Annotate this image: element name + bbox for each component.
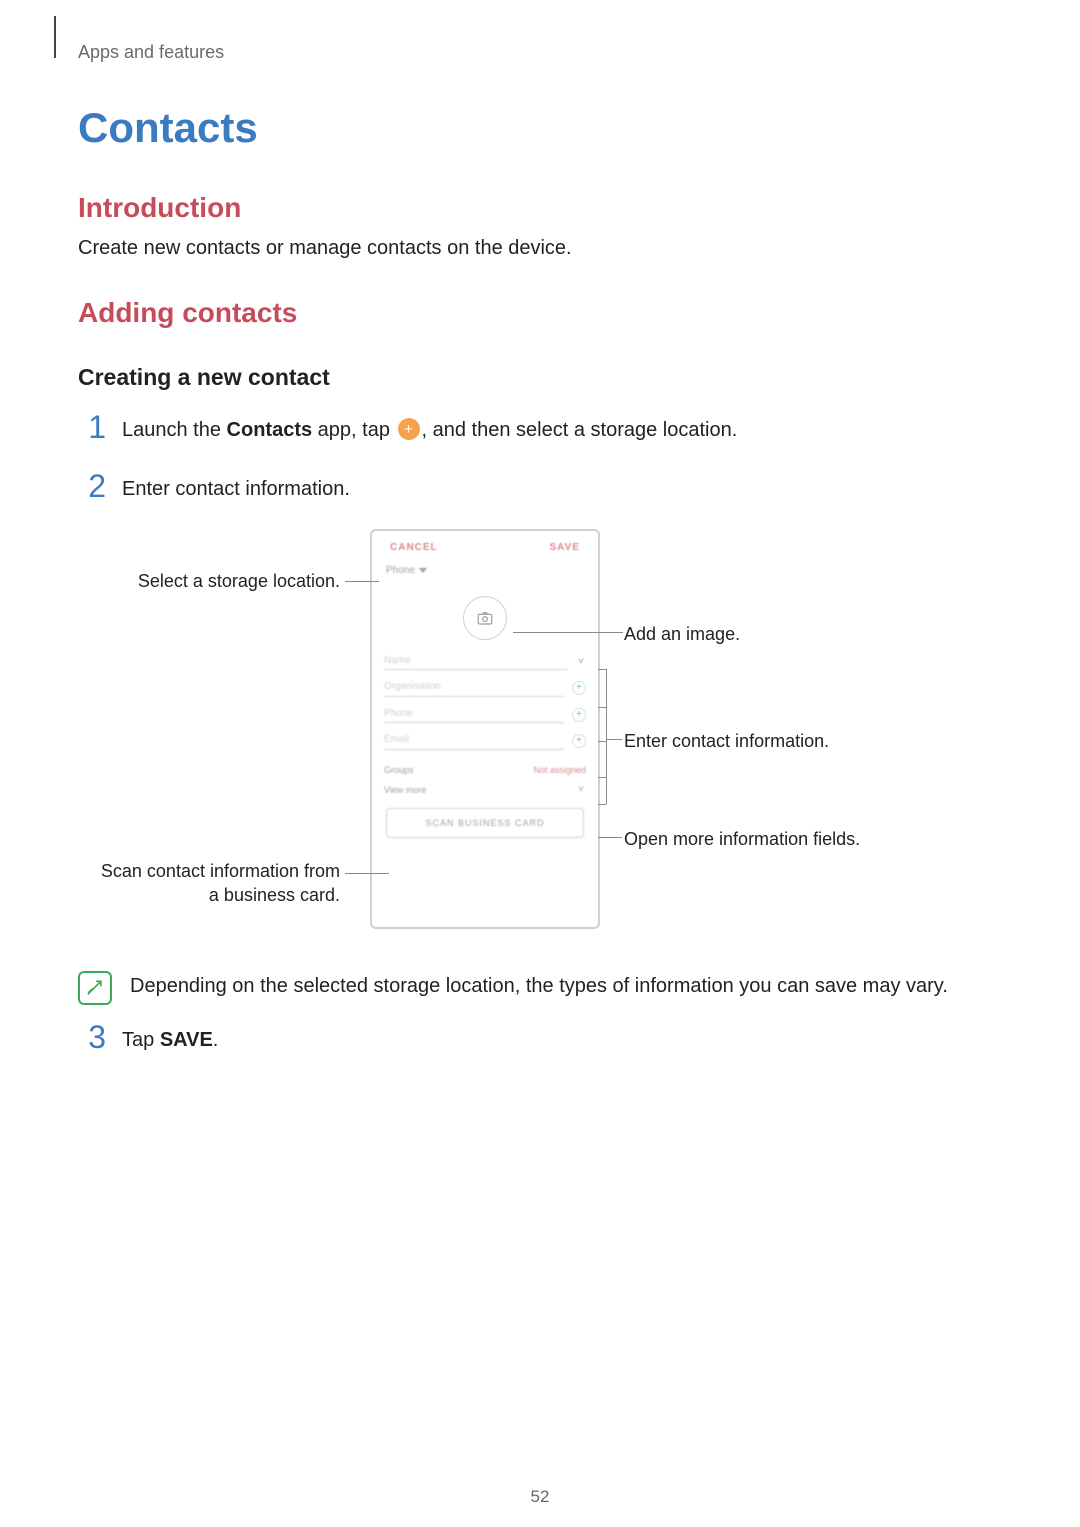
leader-line	[606, 739, 622, 740]
leader-line	[598, 804, 606, 805]
leader-line	[598, 707, 606, 708]
step-2-num: 2	[78, 470, 106, 502]
note-text: Depending on the selected storage locati…	[130, 969, 948, 1005]
phone-cancel: CANCEL	[390, 541, 438, 555]
note-icon	[78, 971, 112, 1005]
field-org-row: Organisation +	[384, 680, 586, 697]
step-1-num: 1	[78, 411, 106, 443]
field-phone-row: Phone +	[384, 707, 586, 724]
phone-storage-row: Phone	[372, 560, 598, 584]
leader-line	[598, 837, 622, 838]
breadcrumb: Apps and features	[78, 40, 1002, 64]
camera-icon	[476, 609, 494, 627]
step-2: 2 Enter contact information.	[78, 470, 1002, 503]
intro-body: Create new contacts or manage contacts o…	[78, 235, 1002, 262]
header-mark	[54, 16, 56, 58]
phone-save: SAVE	[550, 541, 581, 555]
step-1-app: Contacts	[227, 419, 313, 441]
field-name-row: Name ˅	[384, 654, 586, 671]
step-3-bold: SAVE	[160, 1029, 213, 1051]
step-3: 3 Tap SAVE.	[78, 1021, 1002, 1054]
groups-row: Groups Not assigned	[384, 764, 586, 776]
phone-storage-label: Phone	[386, 564, 415, 578]
plus-icon: +	[572, 681, 586, 695]
fab-add-icon: +	[398, 418, 420, 440]
plus-icon: +	[572, 708, 586, 722]
note-block: Depending on the selected storage locati…	[78, 969, 1002, 1005]
field-phone: Phone	[384, 707, 564, 724]
groups-label: Groups	[384, 764, 414, 776]
page-title: Contacts	[78, 100, 1002, 157]
plus-icon: +	[572, 734, 586, 748]
leader-line	[345, 873, 389, 874]
step-1: 1 Launch the Contacts app, tap +, and th…	[78, 411, 1002, 444]
callout-add-image: Add an image.	[624, 622, 740, 646]
scan-button: SCAN BUSINESS CARD	[386, 808, 584, 838]
dropdown-icon	[419, 568, 427, 573]
step-3-num: 3	[78, 1021, 106, 1053]
field-email: Email	[384, 733, 564, 750]
step-3-text-pre: Tap	[122, 1029, 160, 1051]
step-3-text-post: .	[213, 1029, 219, 1051]
phone-avatar	[463, 596, 507, 640]
callout-enter-info: Enter contact information.	[624, 729, 829, 753]
phone-mock: CANCEL SAVE Phone Name ˅ Organisation + …	[370, 529, 600, 929]
leader-line	[513, 632, 623, 633]
field-org: Organisation	[384, 680, 564, 697]
viewmore-label: View more	[384, 784, 426, 796]
leader-line	[345, 581, 379, 582]
leader-line	[598, 669, 606, 670]
step-1-text-post: , and then select a storage location.	[422, 419, 738, 441]
field-email-row: Email +	[384, 733, 586, 750]
chevron-down-icon: ˅	[576, 785, 586, 795]
page-number: 52	[0, 1486, 1080, 1509]
subsection-create-heading: Creating a new contact	[78, 362, 1002, 393]
leader-line	[598, 777, 606, 778]
callout-more-fields: Open more information fields.	[624, 827, 860, 851]
viewmore-row: View more ˅	[384, 784, 586, 796]
leader-line	[598, 741, 606, 742]
section-adding-heading: Adding contacts	[78, 294, 1002, 332]
step-2-text: Enter contact information.	[122, 470, 350, 503]
callout-scan: Scan contact information from a business…	[90, 859, 340, 908]
callout-storage: Select a storage location.	[90, 569, 340, 593]
leader-line	[606, 669, 607, 804]
chevron-down-icon: ˅	[576, 657, 586, 667]
groups-value: Not assigned	[533, 764, 586, 776]
field-name: Name	[384, 654, 568, 671]
step-1-text-mid: app, tap	[312, 419, 395, 441]
section-intro-heading: Introduction	[78, 189, 1002, 227]
step-1-text-pre: Launch the	[122, 419, 227, 441]
diagram: CANCEL SAVE Phone Name ˅ Organisation + …	[90, 529, 990, 949]
